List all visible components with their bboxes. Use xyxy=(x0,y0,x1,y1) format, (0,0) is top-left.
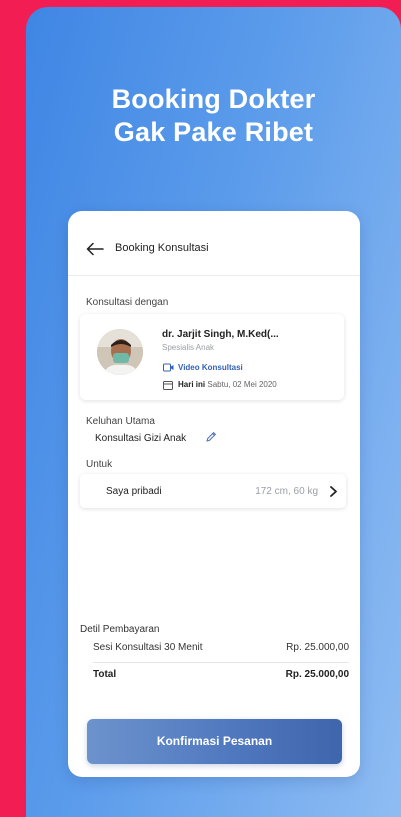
doctor-avatar xyxy=(97,329,143,375)
payment-divider xyxy=(93,662,349,663)
payment-total: Total Rp. 25.000,00 xyxy=(93,669,349,680)
arrow-left-icon[interactable] xyxy=(86,242,104,256)
doctor-card[interactable]: dr. Jarjit Singh, M.Ked(... Spesialis An… xyxy=(80,314,344,400)
payment-item: Sesi Konsultasi 30 Menit Rp. 25.000,00 xyxy=(93,642,349,653)
pencil-icon[interactable] xyxy=(205,431,217,443)
date-value: Sabtu, 02 Mei 2020 xyxy=(207,380,277,389)
confirm-order-button[interactable]: Konfirmasi Pesanan xyxy=(87,719,342,764)
page-title: Booking Konsultasi xyxy=(115,242,209,254)
patient-label: Untuk xyxy=(86,459,113,470)
date-prefix: Hari ini xyxy=(178,380,206,389)
chevron-right-icon xyxy=(330,486,337,497)
payment-label: Detil Pembayaran xyxy=(80,624,160,635)
consult-date: Hari ini Sabtu, 02 Mei 2020 xyxy=(178,380,277,389)
consult-type: Video Konsultasi xyxy=(178,363,243,372)
complaint-label: Keluhan Utama xyxy=(86,416,155,427)
card-header: Booking Konsultasi xyxy=(68,211,360,276)
payment-item-amount: Rp. 25.000,00 xyxy=(286,642,349,653)
video-icon xyxy=(163,363,174,372)
patient-meta: 172 cm, 60 kg xyxy=(255,486,318,497)
promo-headline: Booking Dokter Gak Pake Ribet xyxy=(26,83,401,149)
headline-line-2: Gak Pake Ribet xyxy=(113,117,314,147)
patient-name: Saya pribadi xyxy=(106,486,162,497)
patient-selector[interactable]: Saya pribadi 172 cm, 60 kg xyxy=(80,474,346,508)
complaint-value: Konsultasi Gizi Anak xyxy=(95,433,187,444)
payment-item-name: Sesi Konsultasi 30 Menit xyxy=(93,642,203,653)
consult-label: Konsultasi dengan xyxy=(86,297,169,308)
promo-panel: Booking Dokter Gak Pake Ribet Booking Ko… xyxy=(26,7,401,817)
total-label: Total xyxy=(93,669,117,680)
headline-line-1: Booking Dokter xyxy=(111,84,316,114)
calendar-icon xyxy=(163,381,173,390)
doctor-specialty: Spesialis Anak xyxy=(162,343,215,352)
total-amount: Rp. 25.000,00 xyxy=(285,669,349,680)
doctor-name: dr. Jarjit Singh, M.Ked(... xyxy=(162,329,279,340)
booking-card: Booking Konsultasi Konsultasi dengan dr.… xyxy=(68,211,360,777)
